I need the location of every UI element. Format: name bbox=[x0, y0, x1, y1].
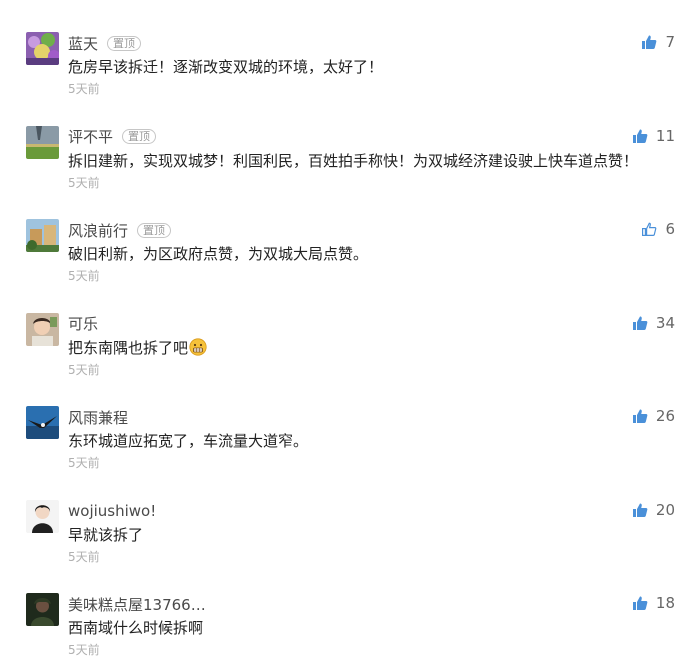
storm-landscape-avatar[interactable] bbox=[26, 125, 59, 159]
comment-list: 蓝天 置顶 危房早该拆迁！逐渐改变双城的环境，太好了！ 5天前 7 评不平 置顶… bbox=[0, 0, 700, 657]
purple-crowd-avatar[interactable] bbox=[26, 32, 59, 65]
user-name[interactable]: 风浪前行 bbox=[68, 220, 128, 241]
user-name[interactable]: 蓝天 bbox=[68, 33, 98, 54]
user-name[interactable]: 评不平 bbox=[68, 126, 113, 147]
user-name[interactable]: 美味糕点屋13766… bbox=[68, 594, 206, 615]
pinned-badge: 置顶 bbox=[122, 129, 157, 144]
like-count: 26 bbox=[655, 407, 675, 425]
thumbs-up-outline-icon bbox=[641, 221, 657, 237]
comment-text: 把东南隅也拆了吧 bbox=[68, 337, 207, 360]
portrait-avatar[interactable] bbox=[26, 499, 59, 533]
thumbs-up-icon bbox=[632, 595, 648, 611]
comment-text: 早就该拆了 bbox=[68, 525, 144, 544]
thumbs-up-icon bbox=[632, 315, 648, 331]
like-button[interactable]: 20 bbox=[632, 501, 675, 519]
like-count: 20 bbox=[655, 500, 675, 519]
comment-item: 美味糕点屋13766… 西南域什么时候拆啊 5天前 18 bbox=[0, 561, 700, 657]
thumbs-up-icon bbox=[632, 128, 648, 144]
like-button[interactable]: 26 bbox=[632, 407, 675, 425]
like-count: 18 bbox=[655, 594, 675, 612]
comment-text: 西南域什么时候拆啊 bbox=[68, 619, 204, 637]
like-button[interactable]: 11 bbox=[632, 127, 675, 145]
user-name[interactable]: 可乐 bbox=[68, 313, 98, 334]
dark-figure-avatar[interactable] bbox=[26, 593, 59, 626]
thumbs-up-icon bbox=[632, 502, 648, 518]
thumbs-up-icon bbox=[641, 34, 657, 50]
like-button[interactable]: 7 bbox=[641, 33, 675, 51]
comment-item: 蓝天 置顶 危房早该拆迁！逐渐改变双城的环境，太好了！ 5天前 7 bbox=[0, 0, 700, 96]
user-name[interactable]: 风雨兼程 bbox=[68, 407, 128, 428]
comment-text-content: 把东南隅也拆了吧 bbox=[68, 338, 189, 357]
like-button[interactable]: 18 bbox=[632, 594, 675, 612]
comment-item: 风雨兼程 东环城道应拓宽了，车流量大道窄。 5天前 26 bbox=[0, 374, 700, 470]
like-button[interactable]: 6 bbox=[641, 220, 675, 238]
like-count: 7 bbox=[665, 33, 675, 51]
comment-text: 破旧利新，为区政府点赞，为双城大局点赞。 bbox=[68, 245, 369, 263]
comment-item: 评不平 置顶 拆旧建新，实现双城梦！利国利民，百姓拍手称快！为双城经济建设驶上快… bbox=[0, 94, 700, 190]
comment-time: 5天前 bbox=[68, 643, 100, 657]
comment-text: 拆旧建新，实现双城梦！利国利民，百姓拍手称快！为双城经济建设驶上快车道点赞！ bbox=[68, 151, 639, 170]
like-count: 34 bbox=[655, 313, 675, 332]
comment-text: 危房早该拆迁！逐渐改变双城的环境，太好了！ bbox=[68, 58, 384, 76]
comment-item: wojiushiwo! 早就该拆了 5天前 20 bbox=[0, 468, 700, 564]
pinned-badge: 置顶 bbox=[107, 35, 142, 51]
grimace-emoji-icon bbox=[189, 337, 207, 360]
user-name[interactable]: wojiushiwo! bbox=[68, 502, 156, 520]
pinned-badge: 置顶 bbox=[137, 222, 172, 238]
building-avatar[interactable] bbox=[26, 219, 59, 252]
comment-item: 可乐 把东南隅也拆了吧 5天前 34 bbox=[0, 281, 700, 377]
thumbs-up-icon bbox=[632, 408, 648, 424]
comment-item: 风浪前行 置顶 破旧利新，为区政府点赞，为双城大局点赞。 5天前 6 bbox=[0, 187, 700, 283]
like-button[interactable]: 34 bbox=[632, 314, 675, 332]
like-count: 11 bbox=[655, 126, 675, 145]
eagle-avatar[interactable] bbox=[26, 406, 59, 439]
child-avatar[interactable] bbox=[26, 312, 59, 346]
comment-text: 东环城道应拓宽了，车流量大道窄。 bbox=[68, 432, 309, 450]
like-count: 6 bbox=[665, 220, 675, 238]
